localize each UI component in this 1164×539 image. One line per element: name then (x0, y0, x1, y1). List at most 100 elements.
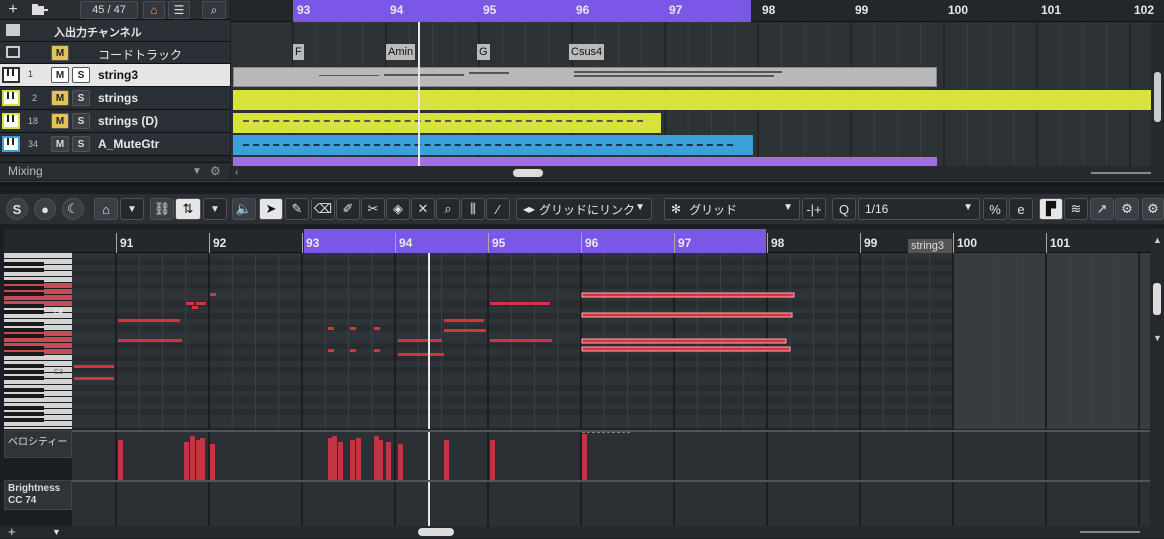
draw-icon[interactable]: ✐ (336, 198, 360, 220)
record-icon[interactable]: ● (34, 198, 56, 220)
glue-icon[interactable]: ◈ (386, 198, 410, 220)
grid-spacing-icon[interactable]: -|+ (802, 198, 826, 220)
zone-divider[interactable] (0, 181, 1164, 186)
arrange-vertical-scrollbar[interactable] (1151, 22, 1164, 166)
arrange-ruler[interactable]: 93 94 95 96 97 98 99 100 101 102 (231, 0, 1164, 22)
chord-mute-button[interactable]: M (51, 45, 69, 61)
grid-type-value: グリッド (689, 202, 738, 217)
note-roll[interactable] (72, 253, 1150, 429)
dropdown-icon[interactable]: ▼ (192, 163, 202, 180)
midi-note (444, 319, 484, 322)
midi-note (74, 365, 114, 368)
swing-icon[interactable]: % (983, 198, 1007, 220)
chord-event[interactable]: Csus4 (569, 44, 605, 60)
search-icon[interactable]: ⌕ (202, 1, 226, 19)
home-icon[interactable]: ⌂ (143, 1, 165, 19)
gear-icon[interactable]: ⚙ (1142, 198, 1164, 220)
zoom-slider[interactable] (1080, 531, 1140, 533)
snap-icon[interactable]: ⇅ (175, 198, 201, 220)
snap-dropdown-icon[interactable]: ▼ (203, 198, 227, 220)
editor-horizontal-scrollbar[interactable]: + ▼ (0, 524, 1164, 539)
solo-button[interactable]: S (72, 90, 90, 106)
mute-button[interactable]: M (51, 67, 69, 83)
velocity-lane-label[interactable]: ベロシティー (4, 430, 72, 458)
part-a-mutegtr[interactable] (233, 135, 753, 155)
solo-editor-icon[interactable]: S (6, 198, 28, 220)
io-channel-row[interactable]: 入出力チャンネル (0, 20, 230, 42)
window-layout-icon[interactable]: ▛ (1039, 198, 1063, 220)
black-key (4, 304, 44, 308)
lane-row (72, 415, 952, 421)
track-folder-icon[interactable] (28, 1, 52, 19)
mute-button[interactable]: M (51, 136, 69, 152)
inspector-icon[interactable]: ⌂ (94, 198, 118, 220)
line-icon[interactable]: ∕ (486, 198, 510, 220)
solo-button[interactable]: S (72, 136, 90, 152)
velocity-lane[interactable] (72, 430, 1150, 482)
editor-loop-range[interactable] (304, 229, 766, 253)
midi-note (328, 349, 334, 352)
layers-icon[interactable]: ≋ (1064, 198, 1088, 220)
eraser-icon[interactable]: ⌫ (311, 198, 335, 220)
cc-lane-label[interactable]: Brightness CC 74 (4, 480, 72, 510)
pencil-icon[interactable]: ✎ (285, 198, 309, 220)
scissors-icon[interactable]: ✂ (361, 198, 385, 220)
bar-number: 101 (1050, 236, 1071, 250)
bar-tick (581, 233, 582, 253)
add-lane-icon[interactable]: + (8, 524, 16, 539)
solo-button[interactable]: S (72, 67, 90, 83)
zoom-icon[interactable]: ⌕ (436, 198, 460, 220)
gear-icon[interactable]: ⚙ (210, 163, 221, 180)
chord-track-row[interactable]: M コードトラック (0, 42, 230, 64)
ruler-corner (4, 229, 72, 253)
inspector-dropdown-icon[interactable]: ▼ (120, 198, 144, 220)
chord-event[interactable]: G (477, 44, 490, 60)
link-icon[interactable]: ⛓ (150, 198, 174, 220)
add-track-icon[interactable]: + (4, 1, 22, 19)
lane-dropdown-icon[interactable]: ▼ (52, 527, 61, 537)
bar-number: 97 (678, 236, 692, 250)
quantize-icon[interactable]: Q (832, 198, 856, 220)
line-tool-icon[interactable]: ⫼ (461, 198, 485, 220)
track-row-string3[interactable]: 1 M S string3 (0, 64, 230, 87)
editor-ruler[interactable]: 91 92 93 94 95 96 97 98 99 100 101 string3 (72, 229, 1150, 253)
piano-keyboard[interactable]: C4 C3 (4, 253, 72, 429)
chord-event[interactable]: F (293, 44, 304, 60)
iterative-icon[interactable]: e (1009, 198, 1033, 220)
arrange-horizontal-scrollbar[interactable]: ‹ (231, 166, 1164, 180)
solo-button[interactable]: S (72, 113, 90, 129)
track-row-strings-d[interactable]: 18 M S strings (D) (0, 110, 230, 133)
black-key (4, 292, 44, 296)
track-row-a-mutegtr[interactable]: 34 M S A_MuteGtr (0, 133, 230, 156)
part-strings[interactable] (233, 90, 1151, 110)
grid-type-select[interactable]: ✻ グリッド ▼ (664, 198, 800, 220)
chord-event[interactable]: Amin (386, 44, 416, 60)
scroll-thumb[interactable] (418, 528, 454, 536)
pointer-icon[interactable]: ➤ (259, 198, 283, 220)
quantize-select[interactable]: 1/16 ▼ (858, 198, 980, 220)
lane-row (72, 265, 952, 271)
track-row-strings[interactable]: 2 M S strings (0, 87, 230, 110)
mute-button[interactable]: M (51, 90, 69, 106)
bar-tick (953, 233, 954, 253)
open-in-window-icon[interactable]: ↗ (1090, 198, 1114, 220)
arrange-event-area[interactable]: F Amin G Csus4 (231, 22, 1151, 166)
mute-button[interactable]: M (51, 113, 69, 129)
part-strings-d[interactable] (233, 113, 661, 133)
mute-tool-icon[interactable]: ✕ (411, 198, 435, 220)
black-key (4, 406, 44, 410)
cc-lane[interactable] (72, 480, 1150, 528)
moon-icon[interactable]: ☾ (62, 198, 84, 220)
part-next-track[interactable] (233, 157, 937, 166)
settings-panel-icon[interactable]: ⚙ (1115, 198, 1139, 220)
editor-vertical-scrollbar[interactable]: ▲ ▼ (1150, 229, 1164, 529)
black-key (4, 334, 44, 338)
list-icon[interactable]: ☰ (168, 1, 190, 19)
part-string3[interactable] (233, 67, 937, 87)
black-key (4, 418, 44, 422)
black-key (4, 364, 44, 368)
mixing-bar[interactable]: Mixing ▼ ⚙ (0, 162, 230, 180)
speaker-icon[interactable]: 🔈 (232, 198, 256, 220)
io-channel-label: 入出力チャンネル (54, 27, 142, 39)
link-mode-select[interactable]: ◂▸ グリッドにリンク ▼ (516, 198, 652, 220)
